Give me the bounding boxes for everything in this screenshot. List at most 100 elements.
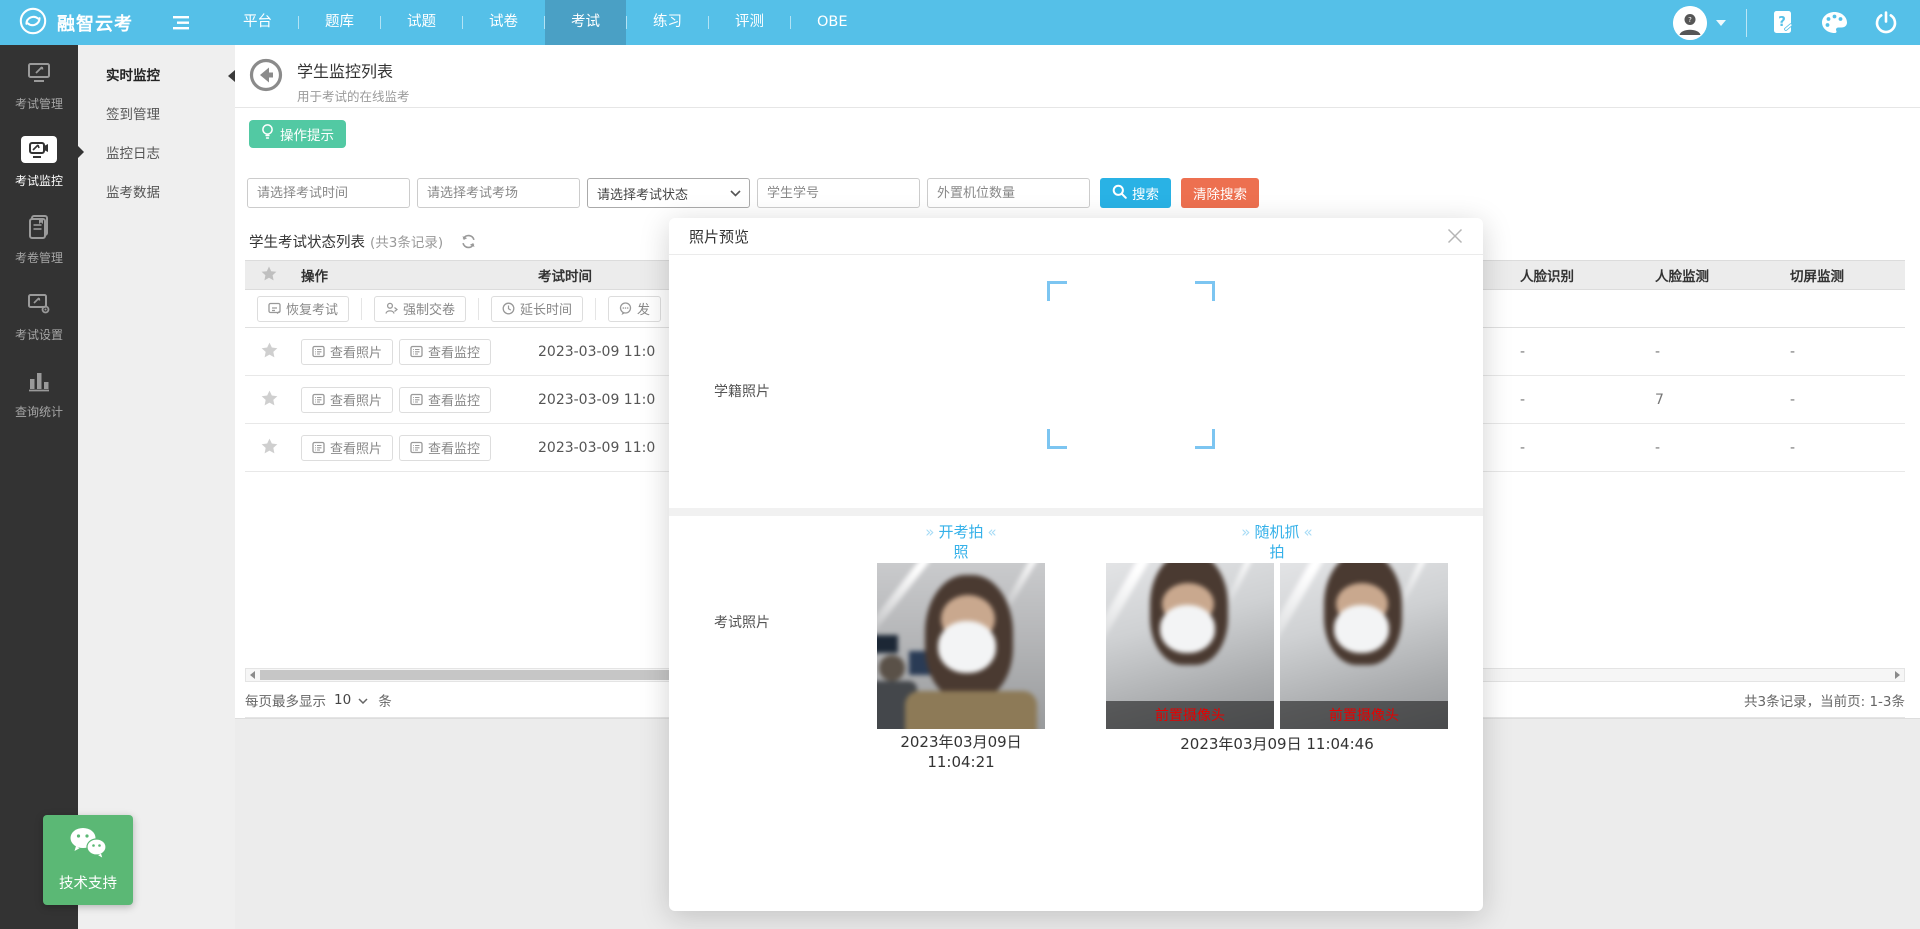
user-menu[interactable]: ? bbox=[1673, 6, 1726, 40]
top-navbar: 融智云考 平台 题库 试题 试卷 考试 练习 评测 OBE ? ? bbox=[0, 0, 1920, 45]
nav-tab-papers[interactable]: 试卷 bbox=[463, 0, 544, 45]
search-icon bbox=[1112, 184, 1127, 202]
modal-title: 照片预览 bbox=[669, 226, 749, 247]
brand[interactable]: 融智云考 bbox=[18, 6, 133, 40]
extend-time-button[interactable]: 延长时间 bbox=[491, 296, 583, 322]
photo-preview-modal: 照片预览 学籍照片 考试照片 »开考拍« 照 »随机抓« 拍 bbox=[669, 218, 1483, 911]
wechat-icon bbox=[68, 827, 108, 864]
start-exam-photo-timestamp: 2023年03月09日 11:04:21 bbox=[861, 732, 1061, 772]
exam-room-input[interactable] bbox=[417, 178, 580, 208]
exam-status-select[interactable]: 请选择考试状态 bbox=[587, 178, 750, 208]
theme-palette-icon[interactable] bbox=[1821, 11, 1848, 35]
nav-tab-platform[interactable]: 平台 bbox=[217, 0, 298, 45]
nav-tab-evaluation[interactable]: 评测 bbox=[709, 0, 790, 45]
face-monitor-cell: - bbox=[1645, 440, 1780, 456]
start-exam-photo[interactable] bbox=[877, 563, 1045, 729]
student-photo-section: 学籍照片 bbox=[669, 255, 1483, 508]
chevron-down-icon bbox=[730, 186, 741, 201]
star-icon[interactable] bbox=[245, 342, 293, 362]
divider bbox=[478, 298, 479, 320]
nav-tab-question-bank[interactable]: 题库 bbox=[299, 0, 380, 45]
column-header-action: 操作 bbox=[293, 265, 538, 285]
exam-time-input[interactable] bbox=[247, 178, 410, 208]
nav-tab-questions[interactable]: 试题 bbox=[381, 0, 462, 45]
student-id-input[interactable] bbox=[757, 178, 920, 208]
table-title: 学生考试状态列表 bbox=[249, 231, 365, 252]
face-recognition-cell: - bbox=[1510, 344, 1645, 360]
divider bbox=[361, 298, 362, 320]
frame-corner-icon bbox=[1195, 429, 1215, 449]
per-page-select[interactable]: 10 bbox=[334, 692, 368, 708]
face-recognition-cell: - bbox=[1510, 392, 1645, 408]
sidebar-item-paper-management[interactable]: 考卷管理 bbox=[0, 199, 78, 276]
clear-search-button[interactable]: 清除搜索 bbox=[1181, 178, 1259, 208]
submenu-item-monitoring-logs[interactable]: 监控日志 bbox=[78, 135, 235, 174]
view-monitor-button[interactable]: 查看监控 bbox=[399, 435, 491, 461]
scrollbar-thumb[interactable] bbox=[260, 670, 678, 680]
force-submit-button[interactable]: 强制交卷 bbox=[374, 296, 466, 322]
divider bbox=[595, 298, 596, 320]
camera-count-input[interactable] bbox=[927, 178, 1090, 208]
nav-tab-obe[interactable]: OBE bbox=[791, 0, 874, 45]
screen-monitor-cell: - bbox=[1780, 392, 1905, 408]
submenu-item-checkin-management[interactable]: 签到管理 bbox=[78, 96, 235, 135]
help-icon[interactable]: ? bbox=[1771, 10, 1795, 36]
column-header-face-monitor: 人脸监测 bbox=[1645, 265, 1780, 285]
sidebar-item-exam-settings[interactable]: 考试设置 bbox=[0, 276, 78, 353]
send-message-button[interactable]: 发 bbox=[608, 296, 661, 322]
search-button[interactable]: 搜索 bbox=[1100, 178, 1171, 208]
svg-text:?: ? bbox=[1778, 15, 1786, 30]
topbar-right-cluster: ? ? bbox=[1673, 6, 1920, 40]
page-subtitle: 用于考试的在线监考 bbox=[297, 86, 410, 105]
bulb-icon bbox=[261, 124, 274, 144]
pagination-summary: 共3条记录，当前页: 1-3条 bbox=[1744, 690, 1905, 710]
face-recognition-cell: - bbox=[1510, 440, 1645, 456]
tips-button[interactable]: 操作提示 bbox=[249, 120, 346, 148]
sidebar-item-exam-management[interactable]: 考试管理 bbox=[0, 45, 78, 122]
random-capture-photo[interactable]: 前置摄像头 bbox=[1280, 563, 1448, 729]
screen-monitor-cell: - bbox=[1780, 440, 1905, 456]
logout-power-icon[interactable] bbox=[1874, 11, 1898, 35]
column-header-screen-monitor: 切屏监测 bbox=[1780, 265, 1905, 285]
view-photo-button[interactable]: 查看照片 bbox=[301, 435, 393, 461]
frame-corner-icon bbox=[1047, 281, 1067, 301]
view-monitor-button[interactable]: 查看监控 bbox=[399, 339, 491, 365]
paper-management-icon bbox=[21, 213, 57, 240]
submenu-item-realtime-monitoring[interactable]: 实时监控 bbox=[78, 57, 235, 96]
random-capture-photo[interactable]: 前置摄像头 bbox=[1106, 563, 1274, 729]
view-photo-button[interactable]: 查看照片 bbox=[301, 339, 393, 365]
close-icon[interactable] bbox=[1443, 224, 1467, 248]
chevron-down-icon bbox=[358, 692, 368, 708]
start-exam-photo-link[interactable]: »开考拍« 照 bbox=[881, 522, 1041, 562]
star-icon[interactable] bbox=[245, 438, 293, 458]
per-page-suffix: 条 bbox=[378, 690, 392, 710]
sidebar-item-exam-monitoring[interactable]: 考试监控 bbox=[0, 122, 78, 199]
view-monitor-button[interactable]: 查看监控 bbox=[399, 387, 491, 413]
sidebar-item-query-statistics[interactable]: 查询统计 bbox=[0, 353, 78, 430]
per-page-prefix: 每页最多显示 bbox=[245, 690, 326, 710]
nav-tab-exam[interactable]: 考试 bbox=[545, 0, 626, 45]
resume-exam-button[interactable]: 恢复考试 bbox=[257, 296, 349, 322]
star-header-icon[interactable] bbox=[245, 266, 293, 285]
modal-header: 照片预览 bbox=[669, 218, 1483, 255]
random-capture-link[interactable]: »随机抓« 拍 bbox=[1197, 522, 1357, 562]
scroll-right-arrow-icon[interactable] bbox=[1891, 669, 1904, 681]
chevron-down-icon bbox=[1716, 20, 1726, 26]
exam-photo-section: 考试照片 »开考拍« 照 »随机抓« 拍 bbox=[669, 516, 1483, 910]
back-icon[interactable] bbox=[249, 58, 283, 92]
tech-support-button[interactable]: 技术支持 bbox=[43, 815, 133, 905]
refresh-icon[interactable] bbox=[461, 234, 476, 249]
table-record-count: (共3条记录) bbox=[370, 231, 443, 251]
section-divider bbox=[669, 508, 1483, 516]
star-icon[interactable] bbox=[245, 390, 293, 410]
view-photo-button[interactable]: 查看照片 bbox=[301, 387, 393, 413]
submenu-item-proctor-data[interactable]: 监考数据 bbox=[78, 174, 235, 213]
front-camera-overlay: 前置摄像头 bbox=[1280, 701, 1448, 729]
page-header: 学生监控列表 用于考试的在线监考 bbox=[235, 45, 1920, 108]
scroll-left-arrow-icon[interactable] bbox=[246, 669, 259, 681]
nav-tab-practice[interactable]: 练习 bbox=[627, 0, 708, 45]
menu-toggle-icon[interactable] bbox=[171, 15, 191, 31]
query-statistics-icon bbox=[21, 367, 57, 394]
topbar-divider bbox=[1746, 9, 1747, 37]
avatar[interactable]: ? bbox=[1673, 6, 1707, 40]
